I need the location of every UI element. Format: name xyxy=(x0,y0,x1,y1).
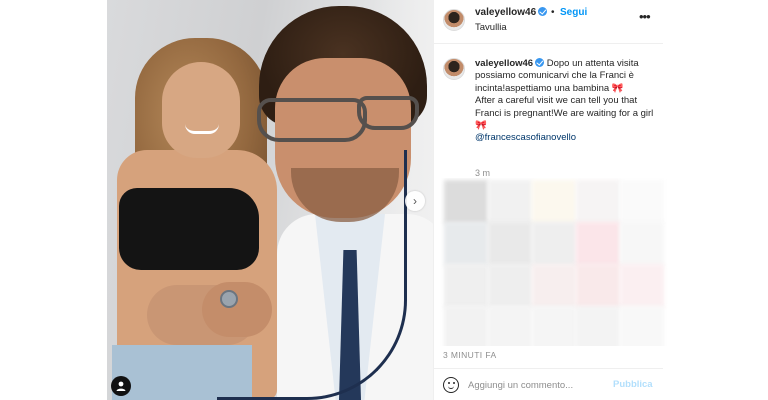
post-header: valeyellow46 • Segui Tavullia ••• xyxy=(434,0,663,44)
post-time-ago: 3 MINUTI FA xyxy=(443,350,497,360)
chevron-right-icon: › xyxy=(413,194,417,208)
glasses-left-lens xyxy=(257,98,367,142)
blur-block xyxy=(444,222,488,266)
next-photo-button[interactable]: › xyxy=(405,191,425,211)
instagram-post: › valeyellow46 • Segui Tavullia ••• vale… xyxy=(107,0,664,400)
blur-block xyxy=(488,306,532,346)
verified-badge-icon xyxy=(538,7,548,16)
woman-face xyxy=(162,62,240,158)
man-hand xyxy=(202,282,272,337)
caption-timestamp: 3 m xyxy=(475,168,491,178)
blur-block xyxy=(576,222,620,266)
blurred-comments-area xyxy=(440,178,678,346)
verified-badge-icon xyxy=(535,58,545,67)
blur-block xyxy=(532,222,576,266)
blur-block xyxy=(532,180,576,224)
blur-block xyxy=(620,306,664,346)
woman-smile xyxy=(185,124,219,134)
follow-button[interactable]: Segui xyxy=(560,7,587,18)
blur-block xyxy=(532,306,576,346)
blur-block xyxy=(576,306,620,346)
comment-bar: Pubblica xyxy=(434,368,663,400)
blur-block xyxy=(488,222,532,266)
publish-button[interactable]: Pubblica xyxy=(613,379,653,390)
author-username[interactable]: valeyellow46 xyxy=(475,7,548,18)
mention-link[interactable]: @francescasofianovello xyxy=(475,132,576,143)
blur-block xyxy=(444,264,488,308)
bow-emoji: 🎀 xyxy=(475,120,487,132)
blur-block xyxy=(620,222,664,266)
emoji-smile-icon[interactable] xyxy=(443,377,459,393)
blur-block xyxy=(444,180,488,224)
caption-author[interactable]: valeyellow46 xyxy=(475,58,533,69)
post-side-panel: valeyellow46 • Segui Tavullia ••• valeye… xyxy=(433,0,664,400)
more-options-icon[interactable]: ••• xyxy=(639,9,651,24)
stethoscope-tube xyxy=(217,150,407,400)
caption-text-english: After a careful visit we can tell you th… xyxy=(475,95,654,119)
blur-block xyxy=(532,264,576,308)
avatar[interactable] xyxy=(443,9,465,31)
blur-block xyxy=(620,264,664,308)
blur-block xyxy=(488,264,532,308)
blur-block xyxy=(576,180,620,224)
tagged-users-button[interactable] xyxy=(111,376,131,396)
user-tag-icon xyxy=(116,381,126,391)
location-link[interactable]: Tavullia xyxy=(475,22,507,33)
blur-block xyxy=(576,264,620,308)
comment-input[interactable] xyxy=(468,378,598,392)
bow-emoji: 🎀 xyxy=(611,82,624,94)
blur-block xyxy=(488,180,532,224)
post-caption: valeyellow46 Dopo un attenta visita poss… xyxy=(475,58,657,145)
glasses-right-lens xyxy=(357,96,419,130)
caption-avatar[interactable] xyxy=(443,58,465,80)
blur-block xyxy=(620,180,664,224)
stethoscope-chest-piece xyxy=(220,290,238,308)
separator-dot: • xyxy=(551,7,555,18)
blur-block xyxy=(444,306,488,346)
post-photo[interactable]: › xyxy=(107,0,433,400)
